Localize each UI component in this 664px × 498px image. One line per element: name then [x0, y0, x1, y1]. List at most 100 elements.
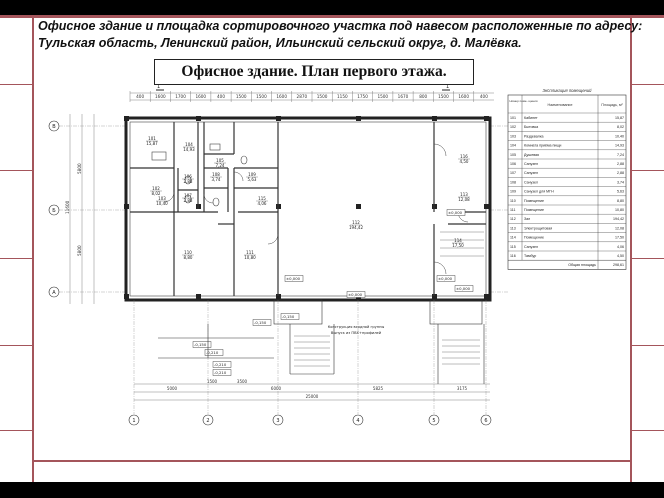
legend-cell-name: Тамбур: [524, 254, 536, 258]
legend-cell-num: 113: [510, 226, 516, 230]
legend-cell-name: Помещение: [524, 199, 544, 203]
plan-title: Офисное здание. План первого этажа.: [154, 59, 474, 85]
legend-cell-num: 105: [510, 153, 516, 157]
top-dimension: 1150: [337, 94, 348, 99]
legend-cell-area: 2,88: [617, 171, 624, 175]
top-dimension: 400: [136, 94, 144, 99]
room-legend-table: Экспликация помещений Номер поме- щения На…: [507, 88, 627, 270]
legend-cell-area: 14,93: [615, 144, 624, 148]
legend-cell-name: Комната приёма пищи: [524, 144, 561, 148]
right-margin-rule: [632, 170, 664, 171]
structural-column: [124, 116, 129, 121]
top-dimension: 1500: [317, 94, 328, 99]
level-mark: -0,210: [214, 362, 227, 367]
legend-cell-name: Электрощитовая: [524, 226, 552, 230]
legend-cell-area: 8,80: [617, 199, 624, 203]
legend-cell-area: 4,50: [617, 254, 624, 258]
bottom-dimension: 5000: [167, 386, 178, 391]
section-mark: 1: [157, 84, 160, 90]
axis-label: А: [52, 290, 56, 296]
legend-cell-name: Бытовка: [524, 125, 538, 129]
legend-col-header: Наименование: [548, 103, 573, 107]
bottom-dimension: 6000: [271, 386, 282, 391]
left-margin-rule: [0, 84, 32, 85]
axis-label: 1: [132, 418, 135, 424]
top-dimension: 1600: [276, 94, 287, 99]
right-margin-rule: [632, 430, 664, 431]
legend-cell-num: 109: [510, 190, 516, 194]
legend-cell-name: Санузел для МГН: [524, 190, 554, 194]
axis-label: 6: [484, 418, 487, 424]
legend-cell-name: Раздевалка: [524, 134, 544, 138]
top-dimension: 1750: [357, 94, 368, 99]
legend-cell-num: 107: [510, 171, 516, 175]
legend-cell-area: 10,80: [615, 208, 624, 212]
bottom-subdim: 1500: [207, 379, 218, 384]
legend-cell-area: 194,42: [613, 217, 624, 221]
level-mark: ±0,000: [448, 210, 463, 215]
legend-cell-num: 116: [510, 254, 516, 258]
top-dimension: 1600: [155, 94, 166, 99]
structural-column: [276, 116, 281, 121]
right-margin-rule: [632, 84, 664, 85]
axis-label: 2: [206, 418, 209, 424]
room-area: 10,80: [244, 255, 256, 260]
legend-cell-name: Зал: [524, 217, 530, 221]
frame-right-line: [630, 15, 632, 482]
bottom-black-bar: [0, 482, 664, 498]
legend-cell-name: Помещение: [524, 236, 544, 240]
legend-cell-num: 106: [510, 162, 516, 166]
room-area: 8,80: [184, 255, 193, 260]
legend-cell-area: 10,40: [615, 134, 624, 138]
room-area: 12,08: [458, 197, 470, 202]
bottom-total: 25000: [306, 394, 319, 399]
legend-cell-name: Санузел: [524, 162, 538, 166]
legend-col-header: Номер поме- щения: [510, 99, 538, 103]
top-dimension: 1500: [256, 94, 267, 99]
header-line-1: Офисное здание и площадка сортировочного…: [38, 19, 643, 33]
room-area: 5,63: [248, 177, 257, 182]
top-dimension: 1500: [377, 94, 388, 99]
top-dimension: 1670: [398, 94, 409, 99]
left-margin-rule: [0, 430, 32, 431]
legend-cell-area: 12,08: [615, 226, 624, 230]
legend-cell-name: Кабинет: [524, 116, 538, 120]
legend-cell-area: 3,74: [617, 180, 624, 184]
structural-column: [196, 116, 201, 121]
frame-left-line: [32, 15, 34, 482]
legend-cell-num: 108: [510, 180, 516, 184]
structural-column: [484, 204, 489, 209]
floor-plan-drawing: 400 1600 1700 1600 400 1500 1500 1600 2870 1500 11…: [48, 84, 627, 426]
structural-column: [484, 294, 489, 299]
level-mark: ±0,000: [438, 276, 453, 281]
room-area: 4,06: [258, 201, 267, 206]
structural-column: [484, 116, 489, 121]
room-area: 7,24: [216, 163, 225, 168]
top-dimension: 1700: [175, 94, 186, 99]
legend-cell-num: 102: [510, 125, 516, 129]
legend-cell-name: Санузел: [524, 171, 538, 175]
room-area: 14,93: [183, 147, 195, 152]
frame-bottom-line: [34, 460, 630, 462]
legend-cell-num: 115: [510, 245, 516, 249]
legend-cell-num: 110: [510, 199, 516, 203]
side-dimension: 5800: [77, 245, 82, 256]
legend-cell-num: 114: [510, 236, 516, 240]
right-margin-rule: [632, 258, 664, 259]
side-dimension: 11600: [65, 200, 70, 214]
axis-label: В: [52, 124, 56, 130]
legend-cell-name: Помещение: [524, 208, 544, 212]
legend-cell-num: 104: [510, 144, 516, 148]
section-mark: 1: [446, 84, 449, 90]
structural-column: [196, 294, 201, 299]
room-area: 10,40: [156, 201, 168, 206]
porch-note: Выпуск из ПВХ+профилей: [331, 331, 382, 335]
room-area: 194,42: [349, 225, 363, 230]
legend-cell-area: 15,87: [615, 116, 624, 120]
top-dimension: 800: [419, 94, 427, 99]
legend-cell-num: 111: [510, 208, 515, 212]
legend-cell-area: 7,24: [617, 153, 624, 157]
level-mark: ±0,000: [286, 276, 301, 281]
legend-cell-num: 101: [510, 116, 516, 120]
right-margin-rule: [632, 345, 664, 346]
